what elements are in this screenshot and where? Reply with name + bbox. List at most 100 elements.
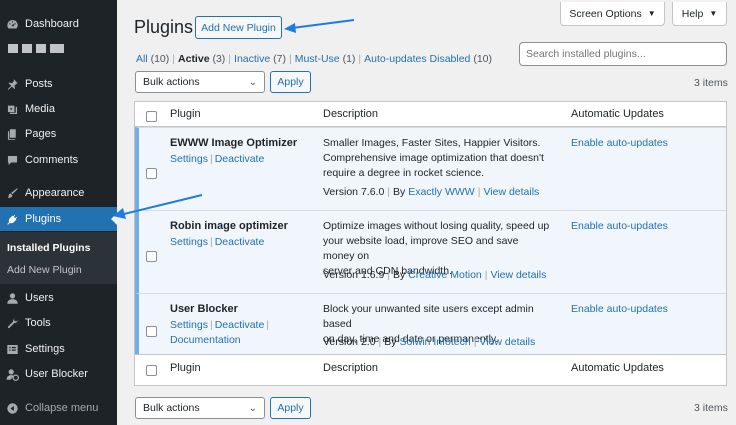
sidebar-label: Settings (25, 343, 65, 355)
help-label: Help (682, 8, 704, 20)
sidebar-label: User Blocker (25, 368, 88, 380)
column-description: Description (323, 108, 378, 120)
settings-link[interactable]: Settings (170, 319, 208, 331)
posts-pin-icon (6, 78, 19, 91)
filter-inactive[interactable]: Inactive (7) (234, 53, 286, 65)
chevron-down-icon: ⌄ (249, 77, 257, 88)
author-link[interactable]: Creative Motion (408, 269, 482, 281)
annotation-arrow-add-new (282, 14, 357, 36)
items-count-top: 3 items (694, 77, 728, 89)
author-link[interactable]: Solwin Infotech (399, 336, 470, 348)
row-actions: Settings|Deactivate (170, 152, 264, 167)
sidebar-item-appearance[interactable]: Appearance (0, 181, 117, 205)
bulk-actions-label: Bulk actions (143, 402, 200, 414)
deactivate-link[interactable]: Deactivate (215, 236, 265, 248)
bulk-actions-label: Bulk actions (143, 76, 200, 88)
sidebar-label: Media (25, 103, 55, 115)
filter-auto-updates-disabled[interactable]: Auto-updates Disabled (10) (364, 53, 492, 65)
table-row: Robin image optimizer Settings|Deactivat… (135, 210, 726, 293)
settings-link[interactable]: Settings (170, 153, 208, 165)
sidebar-label: Pages (25, 128, 56, 140)
plugin-description: Smaller Images, Faster Sites, Happier Vi… (323, 136, 551, 181)
plugins-icon (6, 213, 19, 226)
sidebar-item-media[interactable]: Media (0, 97, 117, 121)
plugin-meta: Version 7.6.0|By Exactly WWW|View detail… (323, 186, 539, 198)
row-checkbox[interactable] (146, 168, 157, 179)
apply-button-top[interactable]: Apply (270, 71, 311, 93)
plugin-name: User Blocker (170, 303, 238, 315)
tools-wrench-icon (6, 317, 19, 330)
caret-down-icon: ▼ (709, 9, 717, 18)
table-row: User Blocker Settings|Deactivate|Documen… (135, 293, 726, 354)
sidebar-item-posts[interactable]: Posts (0, 72, 117, 96)
enable-auto-updates-link[interactable]: Enable auto-updates (571, 137, 668, 149)
select-all-checkbox-footer[interactable] (146, 365, 157, 376)
column-plugin[interactable]: Plugin (170, 108, 201, 120)
add-new-plugin-button[interactable]: Add New Plugin (195, 16, 282, 39)
documentation-link[interactable]: Documentation (170, 334, 241, 346)
collapse-menu-button[interactable]: Collapse menu (0, 396, 117, 420)
user-blocker-icon (6, 368, 19, 381)
author-link[interactable]: Exactly WWW (408, 186, 475, 198)
footer-divider (135, 354, 726, 355)
page-title: Plugins (134, 17, 193, 38)
bulk-actions-select-top[interactable]: Bulk actions ⌄ (135, 71, 265, 93)
column-plugin-footer[interactable]: Plugin (170, 362, 201, 374)
users-icon (6, 292, 19, 305)
dashboard-icon (6, 18, 19, 31)
column-description-footer: Description (323, 362, 378, 374)
plugin-meta: Version 1.6.9|By Creative Motion|View de… (323, 269, 546, 281)
sidebar-item-user-blocker[interactable]: User Blocker (0, 362, 117, 386)
sidebar-item-tools[interactable]: Tools (0, 311, 117, 335)
select-all-checkbox[interactable] (146, 111, 157, 122)
sidebar-label: Tools (25, 317, 51, 329)
sidebar-label: Dashboard (25, 18, 79, 30)
filter-must-use[interactable]: Must-Use (1) (295, 53, 356, 65)
apply-button-bottom[interactable]: Apply (270, 397, 311, 419)
row-checkbox[interactable] (146, 326, 157, 337)
plugins-submenu: Installed Plugins Add New Plugin (0, 232, 117, 284)
sidebar-label: Appearance (25, 187, 84, 199)
sidebar-item-pages[interactable]: Pages (0, 122, 117, 146)
deactivate-link[interactable]: Deactivate (215, 153, 265, 165)
filter-active[interactable]: Active (3) (178, 53, 225, 65)
sidebar-item-settings[interactable]: Settings (0, 337, 117, 361)
sidebar-label: Comments (25, 154, 78, 166)
enable-auto-updates-link[interactable]: Enable auto-updates (571, 220, 668, 232)
column-automatic-updates-footer: Automatic Updates (571, 362, 664, 374)
screen-options-button[interactable]: Screen Options ▼ (560, 2, 665, 26)
table-row: EWWW Image Optimizer Settings|Deactivate… (135, 127, 726, 210)
enable-auto-updates-link[interactable]: Enable auto-updates (571, 303, 668, 315)
column-automatic-updates: Automatic Updates (571, 108, 664, 120)
row-checkbox[interactable] (146, 251, 157, 262)
sidebar-item-users[interactable]: Users (0, 286, 117, 310)
view-details-link[interactable]: View details (479, 336, 535, 348)
status-filters: All (10)|Active (3)|Inactive (7)|Must-Us… (136, 53, 492, 65)
deactivate-link[interactable]: Deactivate (215, 319, 265, 331)
sidebar-item-plugins[interactable]: Plugins (0, 207, 117, 231)
plugins-table: Plugin Description Automatic Updates EWW… (134, 101, 727, 386)
filter-all[interactable]: All (10) (136, 53, 169, 65)
search-plugins-input[interactable] (519, 42, 727, 66)
annotation-arrow-plugins (110, 192, 205, 224)
row-actions: Settings|Deactivate|Documentation (170, 318, 300, 348)
help-button[interactable]: Help ▼ (672, 2, 727, 26)
submenu-add-new-plugin[interactable]: Add New Plugin (7, 264, 82, 276)
bulk-actions-select-bottom[interactable]: Bulk actions ⌄ (135, 397, 265, 419)
sidebar-label: Posts (25, 78, 53, 90)
settings-icon (6, 343, 19, 356)
sidebar-item-comments[interactable]: Comments (0, 148, 117, 172)
submenu-installed-plugins[interactable]: Installed Plugins (7, 242, 90, 254)
sidebar-label: Plugins (25, 213, 61, 225)
sidebar-label: Collapse menu (25, 402, 98, 414)
main-content: Plugins Add New Plugin Screen Options ▼ … (117, 0, 736, 425)
chevron-down-icon: ⌄ (249, 403, 257, 414)
sidebar-item-dashboard[interactable]: Dashboard (0, 12, 117, 36)
view-details-link[interactable]: View details (483, 186, 539, 198)
screen-options-label: Screen Options (569, 8, 641, 20)
redacted-menu-item (8, 44, 64, 53)
collapse-icon (6, 402, 19, 415)
admin-sidebar: Dashboard Posts Media Pages Comments App… (0, 0, 117, 425)
settings-link[interactable]: Settings (170, 236, 208, 248)
view-details-link[interactable]: View details (490, 269, 546, 281)
